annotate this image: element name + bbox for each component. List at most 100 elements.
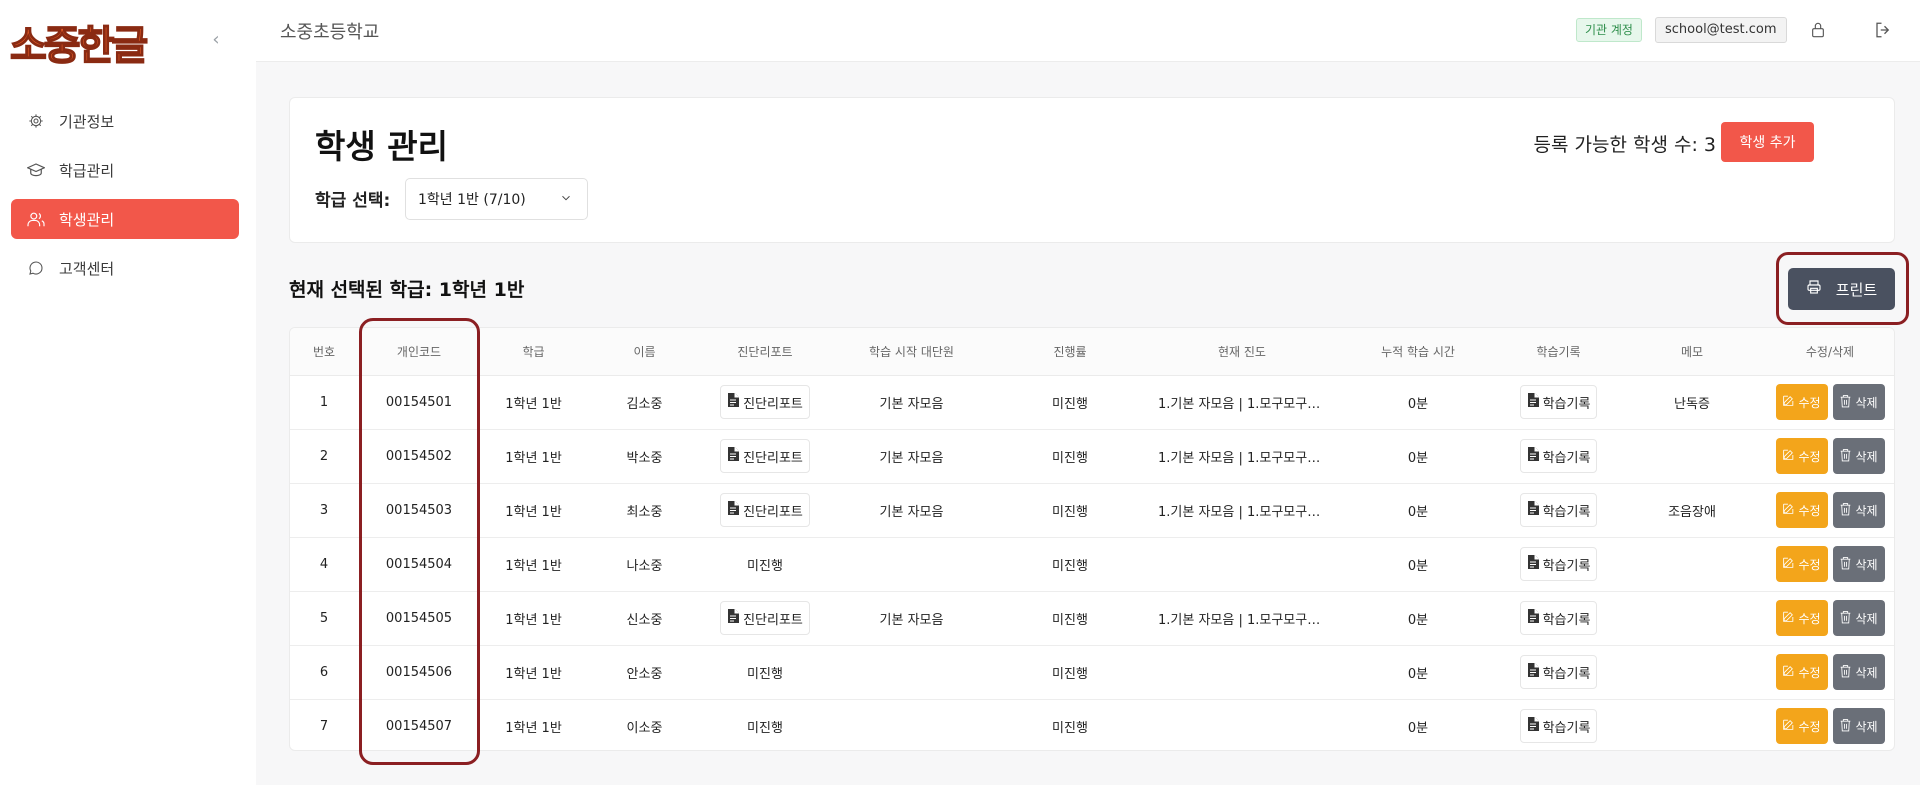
cell-current-progress: 1.기본 자모음 | 1.모구모구동... bbox=[1145, 429, 1339, 484]
sidebar-item-org-info[interactable]: 기관정보 bbox=[11, 101, 239, 141]
cell-report: 진단리포트 bbox=[702, 375, 828, 430]
cell-class: 1학년 1반 bbox=[480, 537, 587, 592]
cell-name: 최소중 bbox=[587, 483, 702, 538]
cell-personal-code: 00154502 bbox=[358, 429, 480, 484]
cell-number: 1 bbox=[290, 375, 358, 430]
delete-button[interactable]: 삭제 bbox=[1832, 600, 1885, 636]
cell-report: 미진행 bbox=[702, 645, 828, 700]
add-student-button[interactable]: 학생 추가 bbox=[1721, 122, 1814, 162]
delete-button[interactable]: 삭제 bbox=[1832, 384, 1885, 420]
cell-total-time: 0분 bbox=[1339, 375, 1497, 430]
edit-button[interactable]: 수정 bbox=[1775, 708, 1828, 745]
cell-memo bbox=[1620, 591, 1764, 646]
cell-learning-record: 학습기록 bbox=[1497, 699, 1620, 750]
sidebar-item-class-management[interactable]: 학급관리 bbox=[11, 150, 239, 190]
learning-record-button[interactable]: 학습기록 bbox=[1519, 655, 1598, 689]
cell-learning-record: 학습기록 bbox=[1497, 375, 1620, 430]
edit-label: 수정 bbox=[1798, 719, 1821, 734]
cell-current-progress: 1.기본 자모음 | 1.모구모구동... bbox=[1145, 375, 1339, 430]
diagnostic-report-button[interactable]: 진단리포트 bbox=[720, 493, 810, 527]
cell-name: 나소중 bbox=[587, 537, 702, 592]
lock-icon[interactable] bbox=[1808, 20, 1828, 40]
sidebar-item-customer-center[interactable]: 고객센터 bbox=[11, 248, 239, 288]
cell-actions: 수정 삭제 bbox=[1764, 375, 1894, 430]
edit-icon bbox=[1782, 664, 1795, 680]
logout-icon[interactable] bbox=[1873, 20, 1893, 40]
delete-label: 삭제 bbox=[1855, 395, 1878, 410]
diagnostic-report-label: 진단리포트 bbox=[743, 396, 803, 412]
cell-start-unit bbox=[828, 645, 995, 700]
table-row: 2 00154502 1학년 1반 박소중 진단리포트 기본 자모음 미진행 1… bbox=[290, 429, 1894, 484]
edit-label: 수정 bbox=[1798, 449, 1821, 464]
diagnostic-report-label: 진단리포트 bbox=[743, 504, 803, 520]
graduation-cap-icon bbox=[27, 161, 45, 179]
learning-record-label: 학습기록 bbox=[1542, 558, 1591, 574]
chat-bubble-icon bbox=[27, 259, 45, 277]
delete-label: 삭제 bbox=[1855, 557, 1878, 572]
app-logo[interactable]: 소중한글 bbox=[9, 22, 149, 70]
edit-button[interactable]: 수정 bbox=[1775, 546, 1828, 582]
cell-name: 이소중 bbox=[626, 720, 663, 736]
delete-button[interactable]: 삭제 bbox=[1832, 654, 1885, 690]
table-header-col-class: 학급 bbox=[480, 328, 587, 376]
cell-actions: 수정 삭제 bbox=[1764, 537, 1894, 592]
delete-button[interactable]: 삭제 bbox=[1832, 492, 1885, 528]
current-progress-text: 1.기본 자모음 | 1.모구모구동... bbox=[1158, 612, 1326, 628]
diagnostic-report-button[interactable]: 진단리포트 bbox=[720, 439, 810, 473]
class-select-dropdown[interactable]: 1학년 1반 (7/10) bbox=[405, 178, 588, 220]
edit-button[interactable]: 수정 bbox=[1775, 600, 1828, 636]
edit-button[interactable]: 수정 bbox=[1775, 654, 1828, 690]
learning-record-button[interactable]: 학습기록 bbox=[1519, 385, 1598, 419]
cell-total-time: 0분 bbox=[1339, 537, 1497, 592]
table-header-col-number: 번호 bbox=[290, 328, 358, 376]
cell-memo bbox=[1620, 699, 1764, 750]
cell-current-progress bbox=[1145, 699, 1339, 750]
edit-icon bbox=[1782, 718, 1795, 734]
table-row: 1 00154501 1학년 1반 김소중 진단리포트 기본 자모음 미진행 1… bbox=[290, 375, 1894, 430]
trash-icon bbox=[1839, 448, 1852, 465]
cell-memo bbox=[1620, 645, 1764, 700]
edit-button[interactable]: 수정 bbox=[1775, 492, 1828, 528]
cell-memo bbox=[1620, 429, 1764, 484]
learning-record-button[interactable]: 학습기록 bbox=[1519, 709, 1598, 744]
delete-button[interactable]: 삭제 bbox=[1832, 546, 1885, 582]
table-header-col-total-time: 누적 학습 시간 bbox=[1339, 328, 1497, 376]
cell-class: 1학년 1반 bbox=[480, 483, 587, 538]
table-header-col-progress: 진행률 bbox=[995, 328, 1145, 376]
cell-class: 1학년 1반 bbox=[505, 720, 562, 736]
sidebar-item-student-management[interactable]: 학생관리 bbox=[11, 199, 239, 239]
learning-record-button[interactable]: 학습기록 bbox=[1519, 493, 1598, 527]
learning-record-label: 학습기록 bbox=[1542, 612, 1591, 628]
diagnostic-report-label: 진단리포트 bbox=[743, 450, 803, 466]
cell-personal-code: 00154506 bbox=[358, 645, 480, 700]
diagnostic-report-button[interactable]: 진단리포트 bbox=[720, 601, 810, 635]
cell-actions: 수정 삭제 bbox=[1764, 645, 1894, 700]
account-type-badge: 기관 계정 bbox=[1576, 18, 1642, 42]
sidebar-item-label: 고객센터 bbox=[59, 259, 115, 278]
cell-progress: 미진행 bbox=[995, 375, 1145, 430]
cell-report: 미진행 bbox=[702, 699, 828, 750]
cell-memo: 난독증 bbox=[1620, 375, 1764, 430]
cell-total-time: 0분 bbox=[1339, 591, 1497, 646]
document-icon bbox=[1527, 501, 1539, 519]
delete-label: 삭제 bbox=[1855, 503, 1878, 518]
cell-progress: 미진행 bbox=[995, 483, 1145, 538]
cell-current-progress bbox=[1145, 537, 1339, 592]
print-button[interactable]: 프린트 bbox=[1788, 268, 1895, 310]
cell-progress: 미진행 bbox=[995, 645, 1145, 700]
cell-memo bbox=[1620, 537, 1764, 592]
cell-number: 3 bbox=[290, 483, 358, 538]
chevron-down-icon bbox=[559, 191, 573, 209]
cell-report: 미진행 bbox=[702, 537, 828, 592]
delete-button[interactable]: 삭제 bbox=[1832, 438, 1885, 474]
edit-icon bbox=[1782, 556, 1795, 572]
diagnostic-report-button[interactable]: 진단리포트 bbox=[720, 385, 810, 419]
edit-button[interactable]: 수정 bbox=[1775, 384, 1828, 420]
learning-record-button[interactable]: 학습기록 bbox=[1519, 547, 1598, 581]
learning-record-button[interactable]: 학습기록 bbox=[1519, 601, 1598, 635]
delete-button[interactable]: 삭제 bbox=[1832, 708, 1885, 745]
learning-record-button[interactable]: 학습기록 bbox=[1519, 439, 1598, 473]
edit-button[interactable]: 수정 bbox=[1775, 438, 1828, 474]
page-title: 학생 관리 bbox=[315, 127, 448, 166]
sidebar-collapse-button[interactable]: ‹ bbox=[206, 30, 226, 50]
